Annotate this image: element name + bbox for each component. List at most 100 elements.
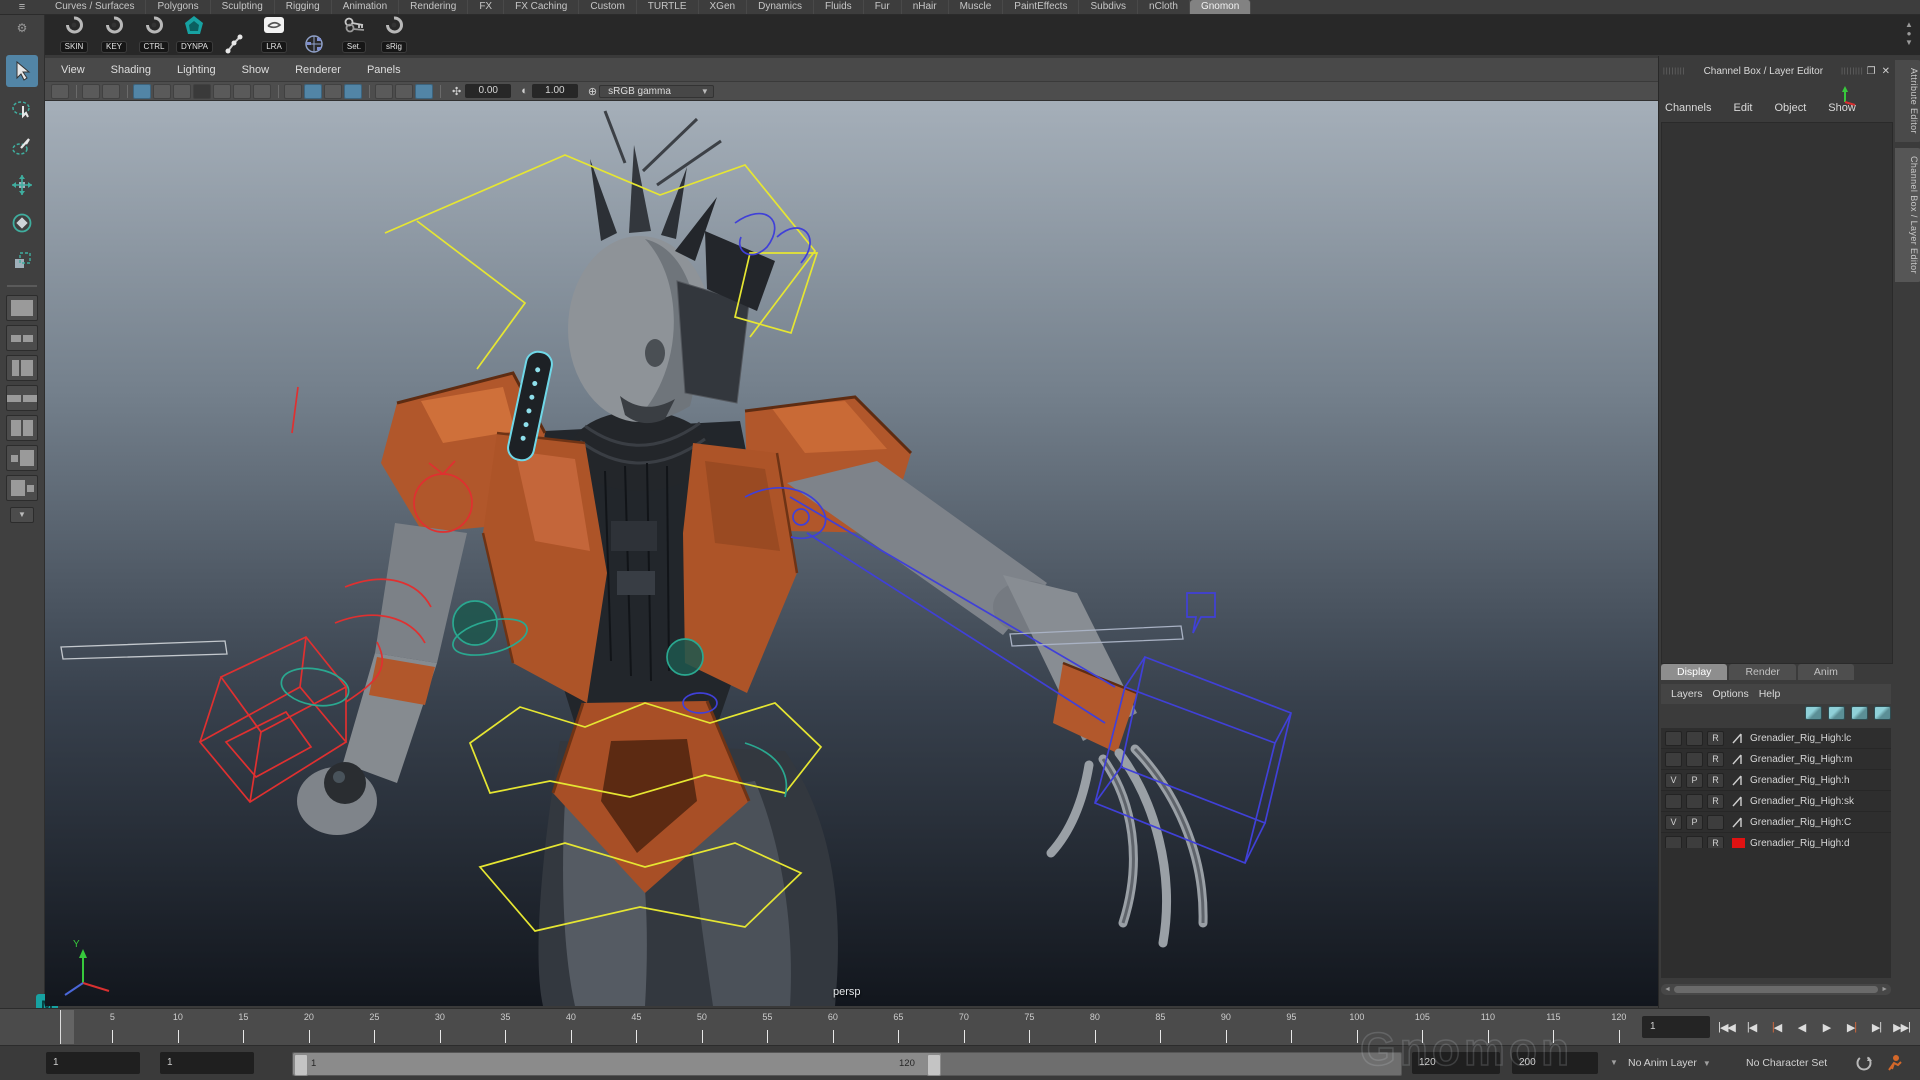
shelf-tab-subdivs[interactable]: Subdivs bbox=[1079, 0, 1138, 14]
layer-editor-menu-options[interactable]: Options bbox=[1713, 688, 1749, 700]
shelf-menu-icon[interactable]: ≡ bbox=[0, 0, 44, 14]
gamma-field[interactable]: 1.00 bbox=[532, 84, 578, 98]
shelf-button-ctrl[interactable]: CTRL bbox=[136, 14, 172, 55]
xray-joints-icon[interactable] bbox=[415, 84, 433, 99]
layer-visibility-toggle[interactable] bbox=[1665, 731, 1682, 746]
range-end-handle[interactable] bbox=[927, 1054, 941, 1076]
drag-handle-icon[interactable]: |||||||| bbox=[1663, 68, 1686, 75]
resolution-gate-icon[interactable] bbox=[173, 84, 191, 99]
lock-camera-icon[interactable] bbox=[82, 84, 100, 99]
layer-type-icon[interactable] bbox=[1730, 731, 1746, 745]
shelf-button-set[interactable]: Set. bbox=[336, 14, 372, 55]
drag-handle-icon[interactable]: |||||||| bbox=[1841, 68, 1864, 75]
safe-action-icon[interactable] bbox=[233, 84, 251, 99]
layer-type-icon[interactable] bbox=[1730, 815, 1746, 829]
view-transform-dropdown[interactable]: sRGB gamma ▼ bbox=[599, 85, 714, 98]
shelf-tab-curves-surfaces[interactable]: Curves / Surfaces bbox=[44, 0, 146, 14]
layout-more-arrow[interactable]: ▼ bbox=[10, 507, 34, 523]
persp-graph-layout[interactable] bbox=[6, 445, 38, 471]
empty-layer-icon[interactable] bbox=[1851, 706, 1868, 720]
shelf-tab-fx-caching[interactable]: FX Caching bbox=[504, 0, 579, 14]
four-pane-layout[interactable] bbox=[6, 325, 38, 351]
shelf-tab-nhair[interactable]: nHair bbox=[902, 0, 949, 14]
persp-outliner-layout[interactable] bbox=[6, 415, 38, 441]
paint-select-tool[interactable] bbox=[6, 131, 38, 163]
scroll-left-icon[interactable]: ◄ bbox=[1664, 986, 1671, 993]
horizontal-scrollbar[interactable]: ◄ ► bbox=[1661, 984, 1891, 995]
layer-playback-toggle[interactable] bbox=[1686, 731, 1703, 746]
panel-menu-show[interactable]: Show bbox=[242, 64, 270, 76]
channel-box-menu-show[interactable]: Show bbox=[1828, 102, 1856, 114]
shelf-tab-fur[interactable]: Fur bbox=[864, 0, 902, 14]
current-frame-marker[interactable] bbox=[60, 1010, 74, 1044]
animation-start-field[interactable]: 1 bbox=[46, 1052, 140, 1074]
move-tool[interactable] bbox=[6, 169, 38, 201]
gate-mask-icon[interactable] bbox=[193, 84, 211, 99]
panel-menu-lighting[interactable]: Lighting bbox=[177, 64, 216, 76]
playback-range[interactable] bbox=[293, 1053, 941, 1075]
layer-editor-tab-render[interactable]: Render bbox=[1729, 664, 1795, 680]
playback-end-field[interactable]: 120 bbox=[1412, 1052, 1500, 1074]
wireframe-icon[interactable] bbox=[284, 84, 302, 99]
auto-key-icon[interactable] bbox=[1852, 1051, 1876, 1075]
scroll-right-icon[interactable]: ► bbox=[1881, 986, 1888, 993]
use-default-material-icon[interactable] bbox=[344, 84, 362, 99]
textured-icon[interactable] bbox=[324, 84, 342, 99]
shelf-tab-dynamics[interactable]: Dynamics bbox=[747, 0, 814, 14]
layer-editor-menu-layers[interactable]: Layers bbox=[1671, 688, 1703, 700]
time-slider[interactable]: 5101520253035404550556065707580859095100… bbox=[0, 1008, 1920, 1046]
layer-row[interactable]: VPGrenadier_Rig_High:C bbox=[1661, 812, 1891, 833]
viewport[interactable]: Y persp bbox=[45, 101, 1658, 1006]
layer-reference-toggle[interactable]: R bbox=[1707, 752, 1724, 767]
shelf-tab-fx[interactable]: FX bbox=[468, 0, 504, 14]
field-chart-icon[interactable] bbox=[213, 84, 231, 99]
layer-playback-toggle[interactable]: P bbox=[1686, 773, 1703, 788]
step-back-frame-button[interactable]: |◀ bbox=[1739, 1013, 1764, 1041]
layer-visibility-toggle[interactable] bbox=[1665, 794, 1682, 809]
layer-visibility-toggle[interactable]: V bbox=[1665, 815, 1682, 830]
panel-menu-panels[interactable]: Panels bbox=[367, 64, 401, 76]
layer-row[interactable]: RGrenadier_Rig_High:sk bbox=[1661, 791, 1891, 812]
single-pane-layout[interactable] bbox=[6, 295, 38, 321]
layer-visibility-toggle[interactable] bbox=[1665, 752, 1682, 767]
shelf-tab-animation[interactable]: Animation bbox=[332, 0, 399, 14]
step-forward-key-button[interactable]: ▶| bbox=[1839, 1013, 1864, 1041]
layer-editor-tab-display[interactable]: Display bbox=[1661, 664, 1727, 680]
channel-box-menu-channels[interactable]: Channels bbox=[1665, 102, 1711, 114]
camera-attributes-icon[interactable] bbox=[102, 84, 120, 99]
shelf-button-srig[interactable]: sRig bbox=[376, 14, 412, 55]
step-forward-frame-button[interactable]: ▶| bbox=[1864, 1013, 1889, 1041]
shelf-tab-gnomon[interactable]: Gnomon bbox=[1190, 0, 1251, 14]
playback-start-field[interactable]: 1 bbox=[160, 1052, 254, 1074]
layer-type-icon[interactable] bbox=[1730, 773, 1746, 787]
shelf-tab-polygons[interactable]: Polygons bbox=[146, 0, 210, 14]
animation-preferences-icon[interactable] bbox=[1882, 1051, 1906, 1075]
panel-menu-shading[interactable]: Shading bbox=[111, 64, 151, 76]
shelf-tab-custom[interactable]: Custom bbox=[579, 0, 636, 14]
xray-icon[interactable] bbox=[395, 84, 413, 99]
layer-row[interactable]: RGrenadier_Rig_High:lc bbox=[1661, 728, 1891, 749]
popout-icon[interactable]: ❐ bbox=[1867, 66, 1876, 77]
two-pane-side-layout[interactable] bbox=[6, 355, 38, 381]
shelf-button-key[interactable]: KEY bbox=[96, 14, 132, 55]
scale-tool[interactable] bbox=[6, 245, 38, 277]
hypershade-layout[interactable] bbox=[6, 475, 38, 501]
film-gate-icon[interactable] bbox=[153, 84, 171, 99]
layer-visibility-toggle[interactable]: V bbox=[1665, 773, 1682, 788]
shelf-tab-xgen[interactable]: XGen bbox=[699, 0, 748, 14]
shelf-button-joint[interactable] bbox=[216, 33, 252, 55]
shelf-tab-ncloth[interactable]: nCloth bbox=[1138, 0, 1190, 14]
layer-row[interactable]: VPRGrenadier_Rig_High:h bbox=[1661, 770, 1891, 791]
side-tab-attribute-editor[interactable]: Attribute Editor bbox=[1895, 60, 1920, 142]
layer-type-icon[interactable] bbox=[1730, 752, 1746, 766]
shelf-button-dynpa[interactable]: DYNPA bbox=[176, 14, 212, 55]
panel-header[interactable]: |||||||| Channel Box / Layer Editor ||||… bbox=[1659, 62, 1893, 80]
layer-playback-toggle[interactable] bbox=[1686, 794, 1703, 809]
gamma-icon[interactable]: ◐ bbox=[521, 85, 528, 97]
go-to-end-button[interactable]: ▶▶| bbox=[1889, 1013, 1914, 1041]
shelf-tab-rigging[interactable]: Rigging bbox=[275, 0, 332, 14]
scroll-up-icon[interactable]: ▲ bbox=[1905, 20, 1913, 29]
layer-playback-toggle[interactable] bbox=[1686, 752, 1703, 767]
layer-reference-toggle[interactable]: R bbox=[1707, 731, 1724, 746]
play-forwards-button[interactable]: ▶ bbox=[1814, 1013, 1839, 1041]
